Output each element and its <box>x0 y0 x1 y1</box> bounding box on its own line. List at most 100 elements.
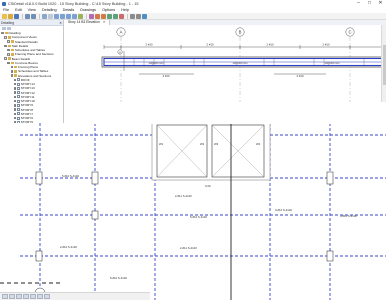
menu-drawings[interactable]: Drawings <box>80 8 96 12</box>
pan-icon[interactable] <box>78 13 83 19</box>
status-layer-icon[interactable] <box>37 294 43 299</box>
menu-help[interactable]: Help <box>121 8 129 12</box>
collapse-icon[interactable]: − <box>4 36 7 39</box>
collapse-icon[interactable]: − <box>10 74 14 77</box>
text-icon[interactable] <box>113 13 118 19</box>
section-mark-label: A <box>119 50 121 54</box>
window-controls: – □ ✕ <box>353 0 386 7</box>
expand-icon[interactable]: + <box>13 91 17 94</box>
open-folder-icon[interactable] <box>8 13 13 19</box>
expand-icon[interactable]: + <box>7 53 10 56</box>
app-icon <box>2 1 6 6</box>
wall-tag: W4 <box>256 142 261 146</box>
bottom-bar-label: 4 #10 <box>297 74 304 78</box>
layers-icon[interactable] <box>136 13 141 19</box>
select-icon[interactable] <box>89 13 94 19</box>
expand-icon[interactable]: + <box>13 78 17 82</box>
expand-icon[interactable]: + <box>7 40 10 43</box>
zoom-window-icon[interactable] <box>66 13 71 19</box>
menu-details[interactable]: Details <box>63 8 75 12</box>
drawing-icon <box>17 95 20 99</box>
folder-icon <box>10 40 14 43</box>
expand-icon[interactable]: + <box>13 82 17 86</box>
zoom-in-icon[interactable] <box>54 13 59 19</box>
status-zoom-icon[interactable] <box>30 294 36 299</box>
refresh-icon[interactable] <box>48 13 53 19</box>
menu-view[interactable]: View <box>28 8 36 12</box>
collapse-icon[interactable]: − <box>4 57 7 60</box>
wall-tag: W2 <box>200 142 205 146</box>
menu-file[interactable]: File <box>3 8 9 12</box>
status-units-icon[interactable] <box>44 294 50 299</box>
properties-icon[interactable] <box>130 13 135 19</box>
wall-tag: W1 <box>159 142 164 146</box>
expand-icon[interactable]: + <box>13 99 17 103</box>
maximize-button[interactable]: □ <box>364 0 375 7</box>
delete-icon[interactable] <box>119 13 124 19</box>
beam-label: 2-#11 S-4140 <box>175 194 192 198</box>
beam-label: 5-#10 S-4140 <box>110 276 127 280</box>
grid-bubble-a: A <box>116 27 126 37</box>
stirrup-label: 10@200 mm <box>325 61 340 65</box>
minimize-button[interactable]: – <box>353 0 364 7</box>
framing-plan-drawing: W1 W2 W3 W4 C40 5-#10 S-4140 2-#11 S-414… <box>0 123 386 300</box>
zoom-all-icon[interactable] <box>72 13 77 19</box>
toolbar-separator <box>22 13 23 19</box>
drawing-icon <box>17 91 20 95</box>
expand-icon[interactable]: + <box>10 65 14 69</box>
folder-icon <box>4 31 8 35</box>
expand-icon[interactable]: + <box>10 70 14 73</box>
drawing-icon <box>17 99 20 103</box>
grid-bubble-a-label: A <box>120 30 123 35</box>
status-ortho-icon[interactable] <box>23 294 29 299</box>
toolbar-separator <box>39 13 40 19</box>
help-icon[interactable] <box>142 13 147 19</box>
dimension-label: 2 #10 <box>207 43 214 47</box>
save-icon[interactable] <box>14 13 19 19</box>
draw-line-icon[interactable] <box>95 13 100 19</box>
folder-icon <box>14 65 18 69</box>
window-title: CSiDetail v18.0.0 Build 1020 - 15 Story … <box>8 1 139 6</box>
print-icon[interactable] <box>42 13 47 19</box>
collapse-icon[interactable]: − <box>4 44 7 48</box>
dimension-label: 2 #10 <box>267 43 274 47</box>
drawing-icon <box>17 86 20 90</box>
dimension-label: 2 #10 <box>323 43 330 47</box>
new-file-icon[interactable] <box>2 13 7 19</box>
expand-icon[interactable]: + <box>13 104 17 107</box>
close-button[interactable]: ✕ <box>375 0 386 7</box>
menu-detailing[interactable]: Detailing <box>42 8 57 12</box>
zoom-out-icon[interactable] <box>60 13 65 19</box>
status-grid-icon[interactable] <box>16 294 22 299</box>
beam-label: 2-#11 S-4140 <box>180 246 197 250</box>
dimension-icon[interactable] <box>107 13 112 19</box>
status-snap-icon[interactable] <box>9 294 15 299</box>
framing-plan-canvas[interactable]: W1 W2 W3 W4 C40 5-#10 S-4140 2-#11 S-414… <box>0 123 386 300</box>
collapse-icon[interactable]: − <box>1 31 4 35</box>
expand-icon[interactable]: + <box>13 87 17 90</box>
collapse-icon[interactable]: − <box>7 61 10 65</box>
undo-icon[interactable] <box>25 13 30 19</box>
menu-edit[interactable]: Edit <box>15 8 22 12</box>
draw-rectangle-icon[interactable] <box>101 13 106 19</box>
folder-icon <box>14 70 18 73</box>
expand-icon[interactable]: + <box>7 48 10 52</box>
pane-close-icon[interactable]: ✕ <box>59 21 62 25</box>
beam-label: 3-#10 S-4140 <box>340 214 357 218</box>
status-bar <box>0 292 150 300</box>
expand-icon[interactable]: + <box>13 116 17 120</box>
scrollbar-thumb[interactable] <box>382 45 386 85</box>
expand-icon[interactable]: + <box>13 95 17 99</box>
stirrup-label: 10@200 mm <box>233 61 248 65</box>
folder-icon <box>10 61 14 65</box>
beam-label: 2-#10 S-4140 <box>60 245 77 249</box>
expand-icon[interactable]: + <box>13 112 17 116</box>
stirrup-label: 10@200 mm <box>149 61 164 65</box>
expand-icon[interactable]: + <box>13 108 17 111</box>
menu-options[interactable]: Options <box>102 8 115 12</box>
collapse-all-icon[interactable] <box>7 27 11 30</box>
tab-close-icon[interactable]: ✕ <box>103 20 106 24</box>
expand-all-icon[interactable] <box>2 27 6 30</box>
redo-icon[interactable] <box>31 13 36 19</box>
status-select-icon[interactable] <box>2 294 8 299</box>
